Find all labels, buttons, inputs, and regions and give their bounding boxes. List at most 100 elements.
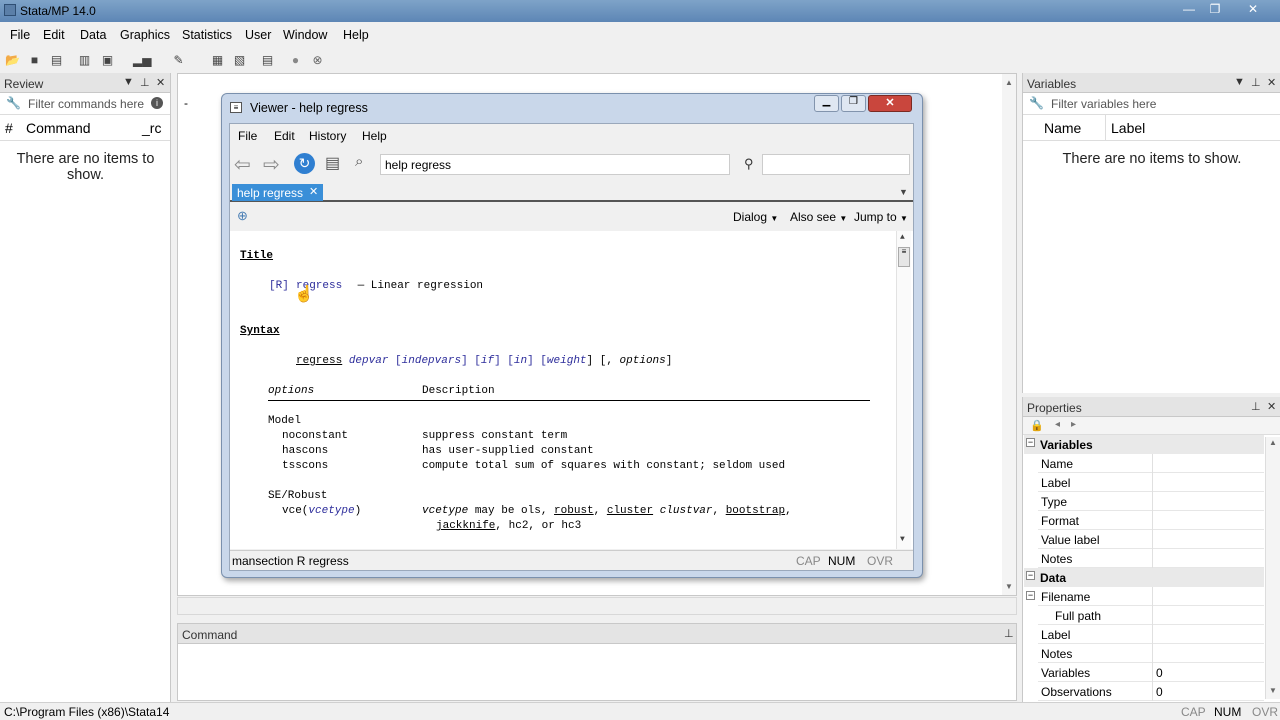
find-icon[interactable]: ⌕ [355, 153, 363, 170]
menu-window[interactable]: Window [283, 28, 327, 42]
scroll-thumb[interactable]: ≡ [898, 247, 910, 267]
tab-list-icon[interactable]: ▼ [899, 187, 908, 197]
search-icon[interactable]: ⚲ [744, 156, 754, 172]
tab-close-icon[interactable]: ✕ [309, 185, 318, 198]
variables-filter-input[interactable]: Filter variables here [1051, 97, 1156, 111]
scroll-down-icon[interactable]: ▼ [1005, 582, 1013, 591]
filter-icon[interactable]: ▼ [123, 76, 134, 88]
col-num[interactable]: # [5, 120, 13, 136]
property-row[interactable]: Variables 0 [1038, 663, 1264, 682]
scroll-down-icon[interactable]: ▼ [1269, 686, 1277, 695]
col-label[interactable]: Label [1111, 120, 1145, 136]
viewer-close-button[interactable]: ✕ [868, 95, 912, 112]
property-row[interactable]: Label [1038, 473, 1264, 492]
print-icon[interactable]: ▤ [49, 53, 64, 68]
properties-group-variables[interactable]: − Variables [1024, 435, 1264, 454]
property-row[interactable]: Label [1038, 625, 1264, 644]
close-icon[interactable]: ✕ [156, 76, 165, 89]
menu-user[interactable]: User [245, 28, 271, 42]
new-tab-icon[interactable]: ⊕ [237, 208, 248, 224]
lock-icon[interactable]: 🔒 [1030, 419, 1044, 432]
pin-icon[interactable]: ⊥ [1004, 627, 1014, 640]
viewer-icon[interactable]: ▣ [100, 53, 115, 68]
menu-graphics[interactable]: Graphics [120, 28, 170, 42]
variables-filter[interactable]: 🔧 Filter variables here [1023, 93, 1280, 115]
option-vce[interactable]: vce(vcetype) [282, 505, 361, 517]
option-noconstant[interactable]: noconstant [282, 430, 348, 442]
col-rc[interactable]: _rc [142, 120, 161, 136]
review-filter-input[interactable]: Filter commands here [28, 97, 144, 111]
viewer-menu-file[interactable]: File [238, 129, 257, 143]
property-row[interactable]: Format [1038, 511, 1264, 530]
viewer-menu-history[interactable]: History [309, 129, 346, 143]
viewer-menu-edit[interactable]: Edit [274, 129, 295, 143]
back-arrow-icon[interactable]: ⇦ [234, 152, 251, 177]
menu-file[interactable]: File [10, 28, 30, 42]
viewer-minimize-button[interactable]: ▁ [814, 95, 839, 112]
property-row[interactable]: Value label [1038, 530, 1264, 549]
close-icon[interactable]: ✕ [1267, 76, 1276, 89]
properties-scrollbar[interactable]: ▲ ▼ [1265, 437, 1280, 699]
collapse-icon[interactable]: − [1026, 591, 1035, 600]
forward-arrow-icon[interactable]: ▸ [1071, 419, 1076, 430]
more-icon[interactable]: ● [288, 53, 303, 68]
dialog-menu[interactable]: Dialog ▼ [733, 210, 778, 224]
maximize-button[interactable]: ❐ [1200, 0, 1230, 20]
scroll-up-icon[interactable]: ▲ [900, 233, 905, 242]
option-tsscons[interactable]: tsscons [282, 460, 328, 472]
scroll-down-icon[interactable]: ▼ [900, 535, 905, 544]
menu-edit[interactable]: Edit [43, 28, 65, 42]
save-icon[interactable]: ■ [27, 53, 42, 68]
property-row[interactable]: Type [1038, 492, 1264, 511]
data-editor-browse-icon[interactable]: ▧ [232, 53, 247, 68]
property-row[interactable]: Notes [1038, 549, 1264, 568]
viewer-search-input[interactable] [762, 154, 910, 175]
jump-to-menu[interactable]: Jump to ▼ [854, 210, 908, 224]
print-icon[interactable]: ▤ [325, 153, 340, 173]
scroll-up-icon[interactable]: ▲ [1005, 78, 1013, 87]
graph-icon[interactable]: ▂▅ [133, 53, 151, 68]
command-input[interactable] [178, 645, 1016, 700]
viewer-menu-help[interactable]: Help [362, 129, 387, 143]
pin-icon[interactable]: ⊥ [140, 76, 150, 89]
property-row[interactable]: Observations 0 [1038, 682, 1264, 701]
review-filter[interactable]: 🔧 Filter commands here i [0, 93, 170, 115]
forward-arrow-icon[interactable]: ⇨ [263, 152, 280, 177]
tab-help-regress[interactable]: help regress ✕ [232, 184, 323, 201]
option-hascons[interactable]: hascons [282, 445, 328, 457]
variables-manager-icon[interactable]: ▤ [260, 53, 275, 68]
close-button[interactable]: ✕ [1238, 0, 1268, 20]
manual-ref-link[interactable]: [R] [269, 280, 289, 292]
properties-group-data[interactable]: − Data [1024, 568, 1264, 587]
refresh-icon[interactable]: ↻ [294, 153, 315, 174]
property-row[interactable]: Name [1038, 454, 1264, 473]
property-row[interactable]: − Filename [1026, 587, 1264, 606]
menu-statistics[interactable]: Statistics [182, 28, 232, 42]
log-icon[interactable]: ▥ [77, 53, 92, 68]
menu-data[interactable]: Data [80, 28, 106, 42]
data-editor-edit-icon[interactable]: ▦ [210, 53, 225, 68]
pin-icon[interactable]: ⊥ [1251, 76, 1261, 89]
help-scrollbar[interactable]: ▲ ≡ ▼ [896, 231, 911, 549]
scroll-up-icon[interactable]: ▲ [1269, 438, 1277, 447]
property-row[interactable]: Full path [1038, 606, 1264, 625]
menu-help[interactable]: Help [343, 28, 369, 42]
col-name[interactable]: Name [1044, 120, 1081, 136]
collapse-icon[interactable]: − [1026, 438, 1035, 447]
open-icon[interactable]: 📂 [5, 53, 20, 68]
viewer-maximize-button[interactable]: ❐ [841, 95, 866, 112]
back-arrow-icon[interactable]: ◂ [1055, 419, 1060, 430]
close-icon[interactable]: ✕ [1267, 400, 1276, 413]
results-scrollbar[interactable]: ▲ ▼ [1002, 74, 1016, 595]
viewer-command-input[interactable]: help regress [380, 154, 730, 175]
info-icon[interactable]: i [151, 97, 163, 109]
do-file-editor-icon[interactable]: ✎ [171, 53, 186, 68]
also-see-menu[interactable]: Also see ▼ [790, 210, 847, 224]
help-content[interactable]: Title [R] regress — Linear regression Sy… [230, 231, 913, 549]
break-icon[interactable]: ⊗ [310, 53, 325, 68]
pin-icon[interactable]: ⊥ [1251, 400, 1261, 413]
col-command[interactable]: Command [26, 120, 91, 136]
property-row[interactable]: Notes [1038, 644, 1264, 663]
filter-icon[interactable]: ▼ [1234, 76, 1245, 88]
collapse-icon[interactable]: − [1026, 571, 1035, 580]
